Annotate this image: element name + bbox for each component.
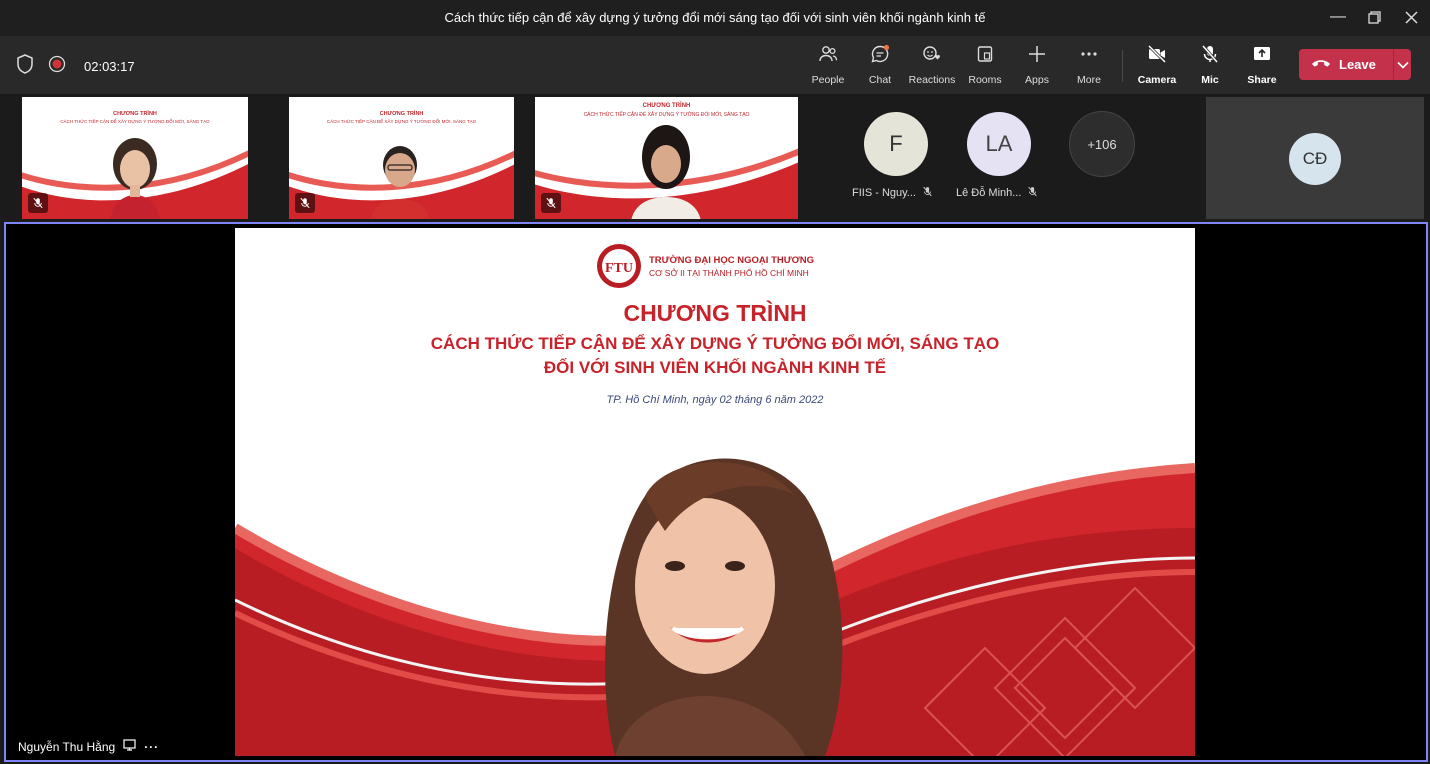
slide-heading: CHƯƠNG TRÌNH <box>623 300 807 326</box>
participant-name-label: Lê Đỗ Minh... <box>956 187 1022 199</box>
participant-tile[interactable]: CĐ <box>1206 97 1424 219</box>
people-button[interactable]: People <box>802 44 854 88</box>
camera-button[interactable]: Camera <box>1131 44 1183 88</box>
share-label: Share <box>1247 74 1277 86</box>
mic-off-icon <box>1027 186 1038 200</box>
overflow-participants-button[interactable]: +106 <box>1069 111 1135 177</box>
chat-button[interactable]: Chat <box>854 44 906 88</box>
speaker-video <box>605 458 843 756</box>
overflow-count: +106 <box>1087 136 1117 152</box>
speaker-name: Nguyễn Thu Hằng <box>18 739 116 754</box>
slide-subtitle-line2: ĐỐI VỚI SINH VIÊN KHỐI NGÀNH KINH TẾ <box>543 358 887 377</box>
participant-video-tile[interactable]: CHƯƠNG TRÌNH CÁCH THỨC TIẾP CẬN ĐỂ XÂY D… <box>289 97 514 219</box>
apps-button[interactable]: Apps <box>1011 44 1063 88</box>
mic-off-icon <box>541 193 561 213</box>
slide-subtitle-line1: CÁCH THỨC TIẾP CẬN ĐỂ XÂY DỰNG Ý TƯỞNG Đ… <box>430 334 1000 353</box>
chat-icon <box>870 44 890 69</box>
chat-label: Chat <box>868 74 892 86</box>
school-name: TRƯỜNG ĐẠI HỌC NGOẠI THƯƠNG <box>649 255 814 266</box>
avatar-initials: F <box>889 131 903 156</box>
plus-icon <box>1027 44 1047 69</box>
close-icon[interactable] <box>1397 6 1425 28</box>
university-logo: FTU <box>597 244 641 288</box>
phone-hangup-icon <box>1311 57 1331 72</box>
more-button[interactable]: More <box>1063 44 1115 88</box>
presenter-icon <box>123 739 136 754</box>
avatar: CĐ <box>1289 133 1341 185</box>
rooms-icon <box>975 44 995 69</box>
participant-name: Lê Đỗ Minh... <box>956 186 1038 200</box>
toolbar-divider <box>1122 50 1123 82</box>
participant-video-tile[interactable]: CHƯƠNG TRÌNH CÁCH THỨC TIẾP CẬN ĐỂ XÂY D… <box>535 97 798 219</box>
share-button[interactable]: Share <box>1236 44 1288 88</box>
reactions-icon <box>922 44 942 69</box>
avatar[interactable]: LA <box>967 112 1031 176</box>
more-icon <box>1079 44 1099 69</box>
speaker-name-tag: Nguyễn Thu Hằng ··· <box>18 739 159 754</box>
people-label: People <box>811 74 845 86</box>
svg-text:FTU: FTU <box>605 261 633 276</box>
more-options-icon[interactable]: ··· <box>144 740 159 754</box>
mic-off-icon <box>28 193 48 213</box>
mic-off-icon <box>922 186 933 200</box>
participant-name: FIIS - Nguy... <box>852 186 933 200</box>
mic-button[interactable]: Mic <box>1184 44 1236 88</box>
meeting-toolbar: 02:03:17 People Chat Reactions Rooms App… <box>0 36 1430 94</box>
people-icon <box>818 44 838 69</box>
slide-date: TP. Hồ Chí Minh, ngày 02 tháng 6 năm 202… <box>606 394 824 406</box>
participant-video-tile[interactable]: CHƯƠNG TRÌNH CÁCH THỨC TIẾP CẬN ĐỂ XÂY D… <box>22 97 248 219</box>
more-label: More <box>1077 74 1101 86</box>
camera-label: Camera <box>1137 74 1177 86</box>
chevron-down-icon[interactable] <box>1394 61 1411 69</box>
recording-icon <box>48 55 66 78</box>
participant-name-label: FIIS - Nguy... <box>852 187 916 199</box>
reactions-button[interactable]: Reactions <box>906 44 958 88</box>
restore-icon[interactable] <box>1360 6 1388 28</box>
avatar-initials: CĐ <box>1302 149 1328 168</box>
participant-strip: CHƯƠNG TRÌNH CÁCH THỨC TIẾP CẬN ĐỂ XÂY D… <box>0 94 1430 222</box>
window-title: Cách thức tiếp cận để xây dựng ý tưởng đ… <box>444 10 986 25</box>
rooms-label: Rooms <box>968 74 1002 86</box>
camera-off-icon <box>1147 44 1167 69</box>
mic-label: Mic <box>1201 74 1219 86</box>
avatar[interactable]: F <box>864 112 928 176</box>
shared-video: FTU TRƯỜNG ĐẠI HỌC NGOẠI THƯƠNG CƠ SỞ II… <box>235 228 1195 756</box>
mic-off-icon <box>1200 44 1220 69</box>
reactions-label: Reactions <box>908 74 956 86</box>
meeting-timer: 02:03:17 <box>84 59 135 74</box>
share-icon <box>1252 44 1272 69</box>
main-stage: FTU TRƯỜNG ĐẠI HỌC NGOẠI THƯƠNG CƠ SỞ II… <box>4 222 1428 762</box>
mic-off-icon <box>295 193 315 213</box>
minimize-icon[interactable]: — <box>1324 6 1352 28</box>
campus-name: CƠ SỞ II TẠI THÀNH PHỐ HỒ CHÍ MINH <box>649 268 809 278</box>
leave-label: Leave <box>1339 57 1376 72</box>
leave-button[interactable]: Leave <box>1299 49 1411 80</box>
title-bar: Cách thức tiếp cận để xây dựng ý tưởng đ… <box>0 0 1430 36</box>
avatar-initials: LA <box>985 131 1013 156</box>
shield-icon[interactable] <box>16 54 34 79</box>
apps-label: Apps <box>1025 74 1049 86</box>
rooms-button[interactable]: Rooms <box>959 44 1011 88</box>
